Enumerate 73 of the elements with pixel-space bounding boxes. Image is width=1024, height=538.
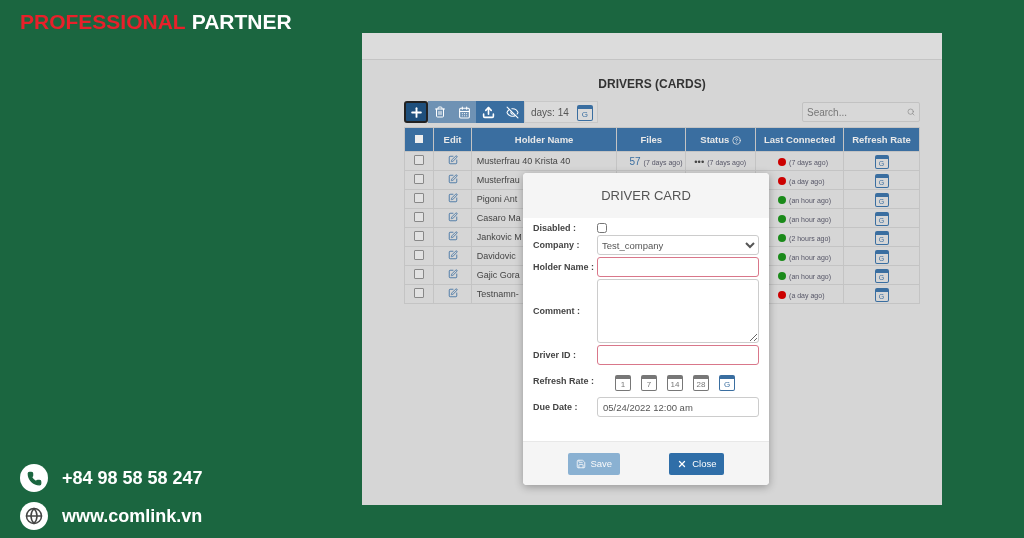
status-dots: ••• [694, 155, 705, 167]
column-header: Status [685, 127, 756, 152]
hide-button[interactable] [500, 101, 524, 123]
row-checkbox[interactable] [414, 212, 425, 222]
row-checkbox[interactable] [414, 231, 425, 241]
select-all-checkbox[interactable] [415, 135, 424, 143]
trash-icon [434, 106, 446, 118]
upload-button[interactable] [476, 101, 500, 123]
contact-text: +84 98 58 58 247 [62, 467, 203, 489]
column-header: Refresh Rate [843, 127, 920, 152]
close-button[interactable]: Close [669, 452, 725, 475]
calendar-button[interactable]: 7 [641, 373, 657, 391]
field-label: Disabled : [533, 223, 577, 233]
holder-name: Jankovic M [476, 232, 522, 242]
plus-icon [408, 104, 424, 120]
calendar-icon [457, 105, 471, 119]
edit-icon[interactable] [447, 250, 458, 260]
holder-name: Testnamn- [476, 289, 519, 299]
row-checkbox[interactable] [414, 269, 425, 279]
holder-name: Musterfrau [476, 175, 520, 185]
row-checkbox[interactable] [414, 174, 425, 184]
column-header: Holder Name [471, 127, 617, 152]
contact-text: www.comlink.vn [62, 505, 203, 527]
company-select[interactable]: Test_company [597, 235, 759, 255]
column-header: Edit [433, 127, 472, 152]
field-label: Driver ID : [533, 350, 577, 360]
column-header: Files [616, 127, 686, 152]
eye-slash-icon [505, 105, 519, 119]
edit-icon[interactable] [447, 231, 458, 241]
row-checkbox[interactable] [414, 155, 425, 165]
calendar-button[interactable]: G [719, 373, 735, 391]
search-icon [907, 107, 915, 117]
input-field[interactable]: 05/24/2022 12:00 am [597, 397, 759, 417]
globe-icon [20, 502, 48, 530]
edit-icon[interactable] [447, 288, 458, 298]
page-title: DRIVERS (CARDS) [598, 77, 706, 91]
edit-icon[interactable] [447, 193, 458, 203]
field-label: Due Date : [533, 402, 579, 412]
column-header: Last Connected [755, 127, 844, 152]
days-label: days: 14 [531, 106, 569, 118]
holder-name: Musterfrau 40 Krista 40 [476, 156, 571, 166]
edit-icon[interactable] [447, 174, 458, 184]
phone-icon [20, 464, 48, 492]
input-field[interactable] [597, 345, 759, 365]
comment-field[interactable] [597, 279, 759, 343]
holder-name: Gajic Gora [476, 270, 520, 280]
input-field[interactable] [597, 257, 759, 277]
help-icon [732, 136, 741, 145]
row-checkbox[interactable] [414, 193, 425, 203]
close-icon [677, 458, 688, 469]
holder-name: Casaro Ma [476, 213, 521, 223]
search-input[interactable]: Search... [807, 106, 907, 118]
field-label: Company : [533, 240, 581, 250]
holder-name: Davidovic [476, 251, 516, 261]
calendar-button[interactable]: G [576, 103, 593, 121]
holder-name: Pigoni Ant [476, 194, 518, 204]
dialog-title: DRIVER CARD [601, 188, 691, 203]
row-checkbox[interactable] [414, 288, 425, 298]
brand-logo: PROFESSIONAL PARTNER [20, 10, 293, 34]
add-button[interactable] [404, 101, 428, 123]
edit-icon[interactable] [447, 155, 458, 165]
file-count: 57 [629, 155, 641, 167]
calendar-button[interactable]: 14 [667, 373, 683, 391]
calendar-button[interactable]: 28 [693, 373, 709, 391]
search-field[interactable]: Search... [802, 102, 920, 122]
edit-icon[interactable] [447, 212, 458, 222]
edit-icon[interactable] [447, 269, 458, 279]
field-label: Holder Name : [533, 262, 595, 272]
field-label: Refresh Rate : [533, 376, 596, 386]
field-label: Comment : [533, 306, 581, 316]
calendar-button[interactable]: 1 [615, 373, 631, 391]
row-checkbox[interactable] [414, 250, 425, 260]
upload-icon [481, 105, 495, 119]
